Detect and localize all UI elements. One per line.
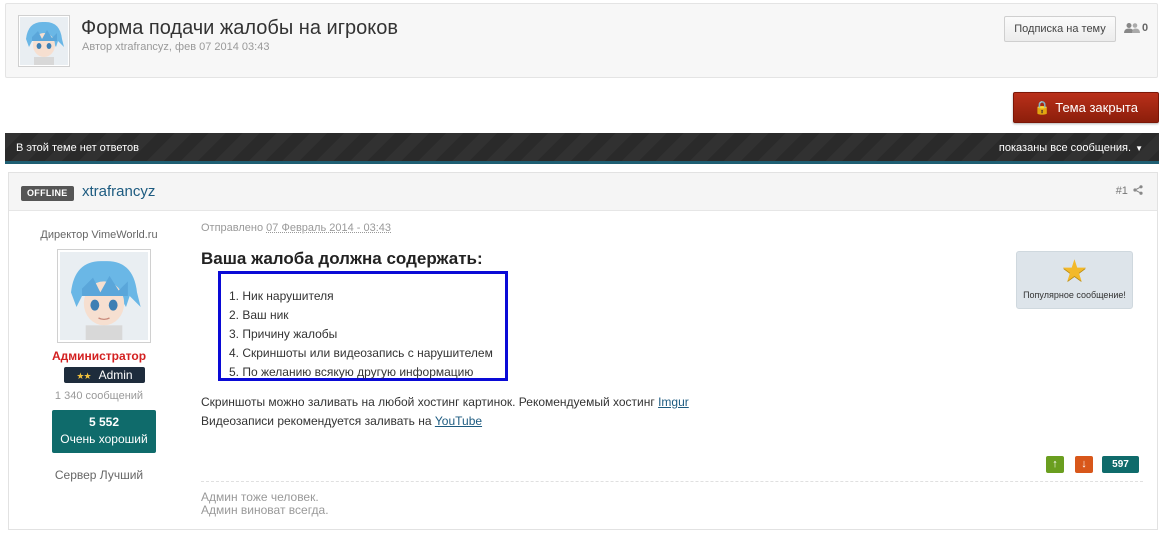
user-group: Администратор bbox=[51, 349, 147, 363]
downvote-button[interactable]: ↓ bbox=[1075, 456, 1093, 473]
post-author-link[interactable]: xtrafrancyz bbox=[82, 183, 155, 200]
topic-header: Форма подачи жалобы на игроков Автор xtr… bbox=[5, 3, 1158, 78]
signature-line: Админ тоже человек. bbox=[201, 490, 319, 504]
rules-list: 1. Ник нарушителя 2. Ваш ник 3. Причину … bbox=[229, 287, 493, 382]
posted-date: Отправлено 07 Февраль 2014 - 03:43 bbox=[201, 222, 391, 234]
rules-box: 1. Ник нарушителя 2. Ваш ник 3. Причину … bbox=[218, 271, 508, 381]
post-permalink[interactable]: #1 bbox=[1116, 185, 1143, 197]
screenshot-hosting-text: Скриншоты можно заливать на любой хостин… bbox=[201, 395, 689, 409]
author-panel: Директор VimeWorld.ru Администратор ★★ Ad… bbox=[9, 212, 189, 512]
popular-post-label: Популярное сообщение! bbox=[1023, 290, 1126, 300]
followers-count: 0 bbox=[1142, 22, 1149, 34]
reputation-box: 5 552 Очень хороший bbox=[52, 410, 156, 453]
post-count: 1 340 сообщений bbox=[54, 390, 144, 402]
topic-closed-label: Тема закрыта bbox=[1055, 100, 1138, 115]
followers-counter[interactable]: 0 bbox=[1124, 22, 1148, 34]
status-badge: OFFLINE bbox=[21, 186, 74, 201]
topic-meta: Автор xtrafrancyz, фев 07 2014 03:43 bbox=[82, 41, 270, 53]
user-server: Сервер Лучший bbox=[54, 468, 144, 482]
user-title: Директор VimeWorld.ru bbox=[40, 229, 158, 241]
list-item: 5. По желанию всякую другую информацию bbox=[229, 365, 474, 379]
caret-down-icon: ▼ bbox=[1135, 144, 1143, 153]
imgur-link[interactable]: Imgur bbox=[658, 395, 689, 409]
list-item: 2. Ваш ник bbox=[229, 308, 289, 322]
list-item: 1. Ник нарушителя bbox=[229, 289, 334, 303]
author-avatar[interactable] bbox=[18, 15, 70, 67]
topic-controls-bar: В этой теме нет ответов показаны все соо… bbox=[5, 133, 1159, 164]
post: OFFLINE xtrafrancyz #1 Директор VimeWorl… bbox=[8, 172, 1158, 530]
topic-closed-button[interactable]: 🔒 Тема закрыта bbox=[1013, 92, 1159, 123]
rank-label: Admin bbox=[98, 368, 133, 382]
post-number: #1 bbox=[1115, 185, 1128, 197]
youtube-link[interactable]: YouTube bbox=[435, 414, 482, 428]
signature-divider bbox=[201, 481, 1143, 482]
share-icon bbox=[1133, 185, 1143, 195]
users-icon bbox=[1124, 23, 1140, 33]
list-item: 3. Причину жалобы bbox=[229, 327, 338, 341]
upvote-button[interactable]: ↑ bbox=[1046, 456, 1064, 473]
rank-badge: ★★ Admin bbox=[64, 367, 145, 383]
popular-post-badge: ★ Популярное сообщение! bbox=[1016, 251, 1133, 309]
list-item: 4. Скриншоты или видеозапись с нарушител… bbox=[229, 346, 493, 360]
post-reputation[interactable]: 597 bbox=[1102, 456, 1139, 473]
video-hosting-text: Видеозаписи рекомендуется заливать на Yo… bbox=[201, 414, 482, 428]
star-icon: ★ bbox=[1061, 255, 1088, 288]
reputation-value: 5 552 bbox=[88, 415, 120, 429]
screenshot-hosting-label: Скриншоты можно заливать на любой хостин… bbox=[201, 395, 659, 409]
post-filter-label: показаны все сообщения. bbox=[998, 142, 1132, 154]
posted-date-value: 07 Февраль 2014 - 03:43 bbox=[266, 222, 392, 234]
subscribe-button[interactable]: Подписка на тему bbox=[1004, 16, 1116, 42]
topic-title: Форма подачи жалобы на игроков bbox=[81, 17, 398, 39]
post-heading: Ваша жалоба должна содержать: bbox=[201, 249, 483, 268]
lock-icon: 🔒 bbox=[1034, 100, 1051, 115]
post-filter-dropdown[interactable]: показаны все сообщения. ▼ bbox=[999, 142, 1143, 154]
video-hosting-label: Видеозаписи рекомендуется заливать на bbox=[201, 414, 435, 428]
user-avatar[interactable] bbox=[57, 249, 151, 343]
reputation-label: Очень хороший bbox=[60, 432, 148, 446]
post-header: OFFLINE xtrafrancyz #1 bbox=[9, 173, 1157, 211]
posted-prefix: Отправлено bbox=[201, 222, 264, 234]
signature-line: Админ виноват всегда. bbox=[201, 503, 329, 517]
no-replies-text: В этой теме нет ответов bbox=[16, 142, 139, 154]
rank-stars-icon: ★★ bbox=[76, 371, 91, 381]
